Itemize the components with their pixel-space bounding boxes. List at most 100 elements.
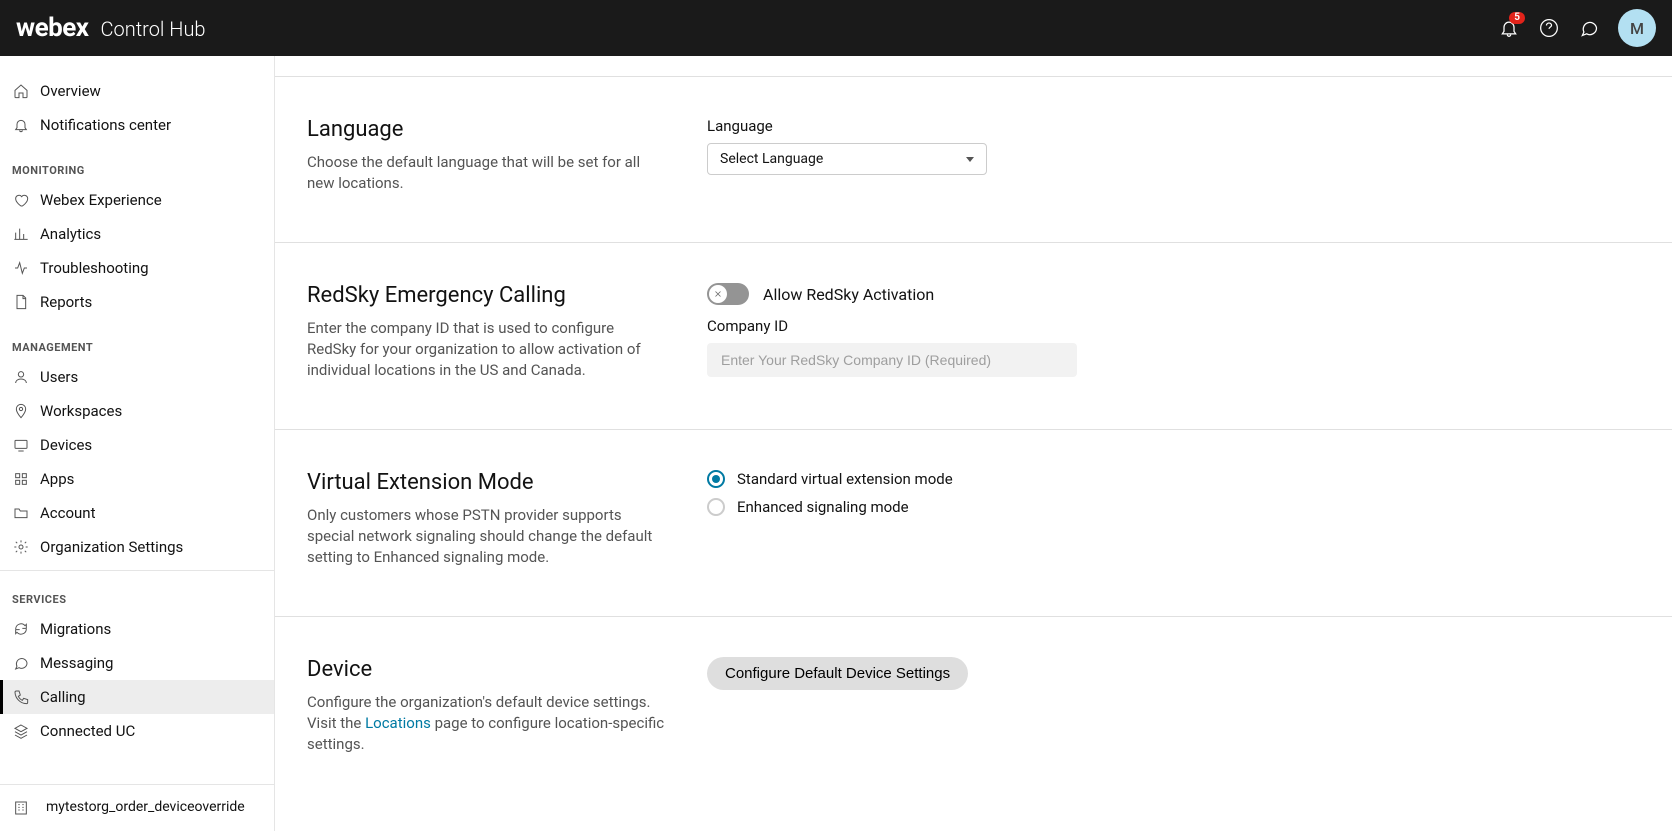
- home-icon: [12, 82, 30, 100]
- sidebar-item-label: Notifications center: [40, 116, 171, 134]
- sidebar-section-services: SERVICES Migrations Messaging Calling Co…: [0, 571, 274, 748]
- sidebar-item-users[interactable]: Users: [0, 360, 274, 394]
- chat-icon: [1579, 18, 1599, 38]
- user-avatar[interactable]: M: [1618, 9, 1656, 47]
- language-field-label: Language: [707, 117, 1207, 135]
- sidebar-item-label: Users: [40, 368, 78, 386]
- sidebar-item-org-settings[interactable]: Organization Settings: [0, 530, 274, 564]
- sidebar-item-label: Troubleshooting: [40, 259, 149, 277]
- company-id-label: Company ID: [707, 317, 1207, 335]
- section-description: Choose the default language that will be…: [307, 152, 667, 194]
- org-name: mytestorg_order_deviceoverride: [46, 799, 245, 815]
- grid-icon: [12, 470, 30, 488]
- user-icon: [12, 368, 30, 386]
- section-title: Language: [307, 117, 667, 142]
- section-title: Virtual Extension Mode: [307, 470, 667, 495]
- sidebar-item-label: Reports: [40, 293, 92, 311]
- section-description: Configure the organization's default dev…: [307, 692, 667, 755]
- sidebar-item-label: Analytics: [40, 225, 101, 243]
- sidebar-item-troubleshooting[interactable]: Troubleshooting: [0, 251, 274, 285]
- pulse-icon: [12, 259, 30, 277]
- sidebar-item-workspaces[interactable]: Workspaces: [0, 394, 274, 428]
- chart-icon: [12, 225, 30, 243]
- sidebar-item-apps[interactable]: Apps: [0, 462, 274, 496]
- header-tools: 5 M: [1498, 9, 1656, 47]
- section-redsky: RedSky Emergency Calling Enter the compa…: [275, 243, 1672, 430]
- header-brand: webex Control Hub: [16, 13, 206, 43]
- folder-icon: [12, 504, 30, 522]
- sidebar-item-label: Calling: [40, 688, 86, 706]
- stack-icon: [12, 722, 30, 740]
- section-title: Device: [307, 657, 667, 682]
- sidebar-item-label: Connected UC: [40, 722, 135, 740]
- radio-label: Standard virtual extension mode: [737, 470, 953, 488]
- section-label: MONITORING: [0, 160, 274, 183]
- pin-icon: [12, 402, 30, 420]
- building-icon: [12, 799, 30, 817]
- company-id-input[interactable]: [707, 343, 1077, 377]
- sidebar: Overview Notifications center MONITORING…: [0, 56, 275, 831]
- sidebar-item-label: Apps: [40, 470, 74, 488]
- select-value: Select Language: [720, 151, 823, 167]
- section-device: Device Configure the organization's defa…: [275, 617, 1672, 803]
- radio-standard[interactable]: Standard virtual extension mode: [707, 470, 1207, 488]
- sidebar-item-label: Organization Settings: [40, 538, 183, 556]
- sidebar-item-label: Account: [40, 504, 96, 522]
- doc-icon: [12, 293, 30, 311]
- language-select[interactable]: Select Language: [707, 143, 987, 175]
- gear-icon: [12, 538, 30, 556]
- app-title: Control Hub: [101, 17, 206, 41]
- configure-device-button[interactable]: Configure Default Device Settings: [707, 657, 968, 690]
- bell-icon: [12, 116, 30, 134]
- section-virtual-extension: Virtual Extension Mode Only customers wh…: [275, 430, 1672, 617]
- toggle-label: Allow RedSky Activation: [763, 285, 934, 304]
- section-description: Only customers whose PSTN provider suppo…: [307, 505, 667, 568]
- radio-enhanced[interactable]: Enhanced signaling mode: [707, 498, 1207, 516]
- section-language: Language Choose the default language tha…: [275, 77, 1672, 243]
- sidebar-section-management: MANAGEMENT Users Workspaces Devices Apps…: [0, 319, 274, 564]
- sidebar-item-messaging[interactable]: Messaging: [0, 646, 274, 680]
- logo-text: webex: [16, 13, 89, 43]
- section-description: Enter the company ID that is used to con…: [307, 318, 667, 381]
- sidebar-item-notifications-center[interactable]: Notifications center: [0, 108, 274, 142]
- sidebar-item-label: Webex Experience: [40, 191, 162, 209]
- top-header: webex Control Hub 5 M: [0, 0, 1672, 56]
- redsky-toggle[interactable]: [707, 283, 749, 305]
- chat-icon: [12, 654, 30, 672]
- feedback-button[interactable]: [1578, 17, 1600, 39]
- notification-badge: 5: [1509, 12, 1525, 24]
- sidebar-top-group: Overview Notifications center: [0, 56, 274, 142]
- sidebar-item-connected-uc[interactable]: Connected UC: [0, 714, 274, 748]
- sidebar-item-label: Messaging: [40, 654, 113, 672]
- sidebar-item-reports[interactable]: Reports: [0, 285, 274, 319]
- section-label: SERVICES: [0, 589, 274, 612]
- close-icon: [713, 289, 723, 299]
- sidebar-section-monitoring: MONITORING Webex Experience Analytics Tr…: [0, 142, 274, 319]
- sidebar-item-devices[interactable]: Devices: [0, 428, 274, 462]
- section-title: RedSky Emergency Calling: [307, 283, 667, 308]
- device-icon: [12, 436, 30, 454]
- section-label: MANAGEMENT: [0, 337, 274, 360]
- sidebar-footer: mytestorg_order_deviceoverride: [0, 784, 274, 831]
- phone-icon: [12, 688, 30, 706]
- radio-icon: [707, 498, 725, 516]
- heart-icon: [12, 191, 30, 209]
- sidebar-item-overview[interactable]: Overview: [0, 74, 274, 108]
- refresh-icon: [12, 620, 30, 638]
- sidebar-item-label: Overview: [40, 82, 101, 100]
- sidebar-item-label: Migrations: [40, 620, 111, 638]
- sidebar-item-account[interactable]: Account: [0, 496, 274, 530]
- sidebar-item-migrations[interactable]: Migrations: [0, 612, 274, 646]
- radio-icon: [707, 470, 725, 488]
- sidebar-item-analytics[interactable]: Analytics: [0, 217, 274, 251]
- main-content[interactable]: Language Choose the default language tha…: [275, 56, 1672, 831]
- sidebar-item-calling[interactable]: Calling: [0, 680, 274, 714]
- toggle-knob: [709, 285, 727, 303]
- notifications-button[interactable]: 5: [1498, 17, 1520, 39]
- sidebar-item-label: Devices: [40, 436, 92, 454]
- radio-label: Enhanced signaling mode: [737, 498, 909, 516]
- sidebar-item-webex-experience[interactable]: Webex Experience: [0, 183, 274, 217]
- locations-link[interactable]: Locations: [365, 714, 431, 732]
- help-button[interactable]: [1538, 17, 1560, 39]
- help-icon: [1539, 18, 1559, 38]
